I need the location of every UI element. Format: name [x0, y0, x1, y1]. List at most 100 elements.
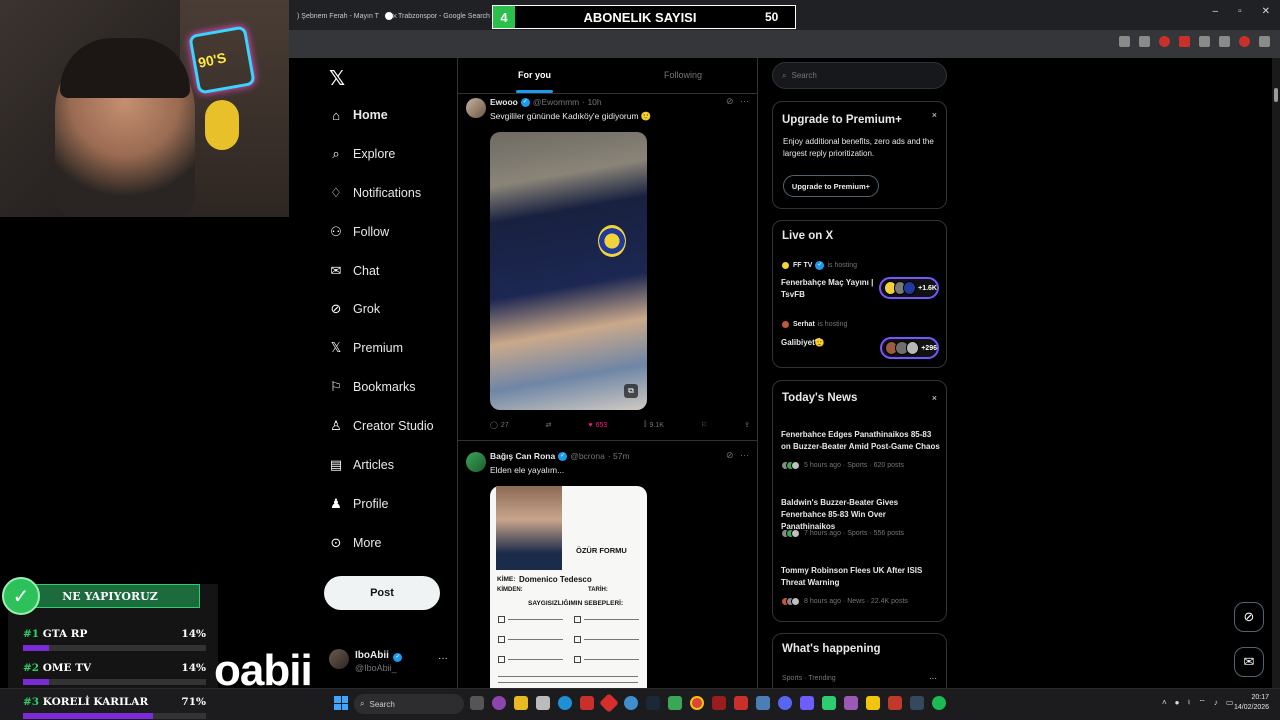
live-host[interactable]: FF TV ✓ is hosting — [781, 261, 857, 270]
like-button[interactable]: ♥ 653 — [588, 421, 607, 429]
tab-for-you[interactable]: For you — [516, 70, 553, 93]
news-headline[interactable]: Fenerbahce Edges Panathinaikos 85-83 on … — [781, 429, 941, 453]
network-icon[interactable]: ⌔ — [1198, 698, 1206, 708]
close-icon[interactable]: × — [932, 110, 937, 120]
battery-icon[interactable]: ▭ — [1226, 698, 1234, 708]
upgrade-premium-button[interactable]: Upgrade to Premium+ — [783, 175, 879, 197]
menu-icon[interactable] — [1219, 36, 1230, 47]
x-logo-icon[interactable]: 𝕏 — [329, 66, 345, 91]
star-icon[interactable] — [1139, 36, 1150, 47]
app-icon[interactable] — [668, 696, 682, 710]
alt-text-icon[interactable]: ⧉ — [624, 384, 638, 398]
nav-profile[interactable]: ♟ Profile — [329, 496, 388, 511]
account-switcher[interactable]: IboAbii ✓ @IboAbii_ — [329, 645, 403, 673]
steam-icon[interactable] — [646, 696, 660, 710]
nav-explore[interactable]: ⌕ Explore — [329, 146, 395, 161]
more-icon[interactable]: ··· — [740, 96, 749, 106]
nav-follow[interactable]: ⚇ Follow — [329, 224, 389, 239]
close-icon[interactable]: ✕ — [1262, 6, 1270, 17]
minimize-icon[interactable]: – — [1213, 6, 1219, 17]
nav-label: Grok — [353, 302, 381, 316]
live-stream-title[interactable]: Galibiyet🫡 — [781, 337, 876, 349]
chevron-up-icon[interactable]: ˄ — [1162, 698, 1167, 708]
nav-chat[interactable]: ✉ Chat — [329, 263, 380, 278]
taskbar-search[interactable]: ⌕ Search — [354, 694, 464, 714]
tweet-time[interactable]: · 10h — [582, 97, 601, 107]
tweet-author-name[interactable]: Bağış Can Rona — [490, 451, 555, 461]
app-icon[interactable] — [888, 696, 902, 710]
tweet-image[interactable] — [490, 132, 647, 410]
kebab-menu-icon[interactable] — [1259, 36, 1270, 47]
chrome-icon[interactable] — [690, 696, 704, 710]
views-button[interactable]: ⫿ 9.1K — [644, 421, 664, 429]
app-icon[interactable] — [800, 696, 814, 710]
spotify-icon[interactable] — [932, 696, 946, 710]
app-icon[interactable] — [844, 696, 858, 710]
scrollbar-thumb[interactable] — [1274, 88, 1278, 102]
extension-icon[interactable] — [1159, 36, 1170, 47]
app-icon[interactable] — [866, 696, 880, 710]
puzzle-icon[interactable] — [1199, 36, 1210, 47]
reply-button[interactable]: ◯ 27 — [490, 421, 509, 430]
repost-button[interactable]: ⇄ — [546, 421, 552, 429]
app-tray-icon[interactable]: ● — [1175, 698, 1180, 708]
app-icon[interactable] — [492, 696, 506, 710]
nav-premium[interactable]: 𝕏 Premium — [329, 340, 403, 355]
app-icon[interactable] — [712, 696, 726, 710]
nav-creator-studio[interactable]: ♙ Creator Studio — [329, 418, 433, 433]
app-icon[interactable] — [910, 696, 924, 710]
tweet-author-handle[interactable]: @Ewommm — [533, 97, 579, 107]
discord-icon[interactable] — [778, 696, 792, 710]
scrollbar[interactable] — [1272, 58, 1280, 688]
edge-icon[interactable] — [558, 696, 572, 710]
nav-grok[interactable]: ⊘ Grok — [329, 301, 381, 316]
app-icon[interactable] — [734, 696, 748, 710]
maximize-icon[interactable]: ▫ — [1238, 6, 1242, 17]
tab-following[interactable]: Following — [664, 70, 702, 80]
profile-icon[interactable] — [1239, 36, 1250, 47]
cast-icon[interactable] — [1119, 36, 1130, 47]
volume-icon[interactable]: ♪ — [1214, 698, 1218, 708]
live-host[interactable]: Serhat is hosting — [781, 320, 847, 329]
live-listeners[interactable]: +296 — [880, 337, 939, 359]
search-input[interactable]: ⌕ Search — [772, 62, 947, 89]
file-explorer-icon[interactable] — [514, 696, 528, 710]
host-suffix: is hosting — [817, 321, 848, 328]
app-icon[interactable] — [756, 696, 770, 710]
news-headline[interactable]: Baldwin's Buzzer-Beater Gives Fenerbahce… — [781, 497, 941, 533]
tweet-author-handle[interactable]: @bcrona — [570, 451, 605, 461]
nav-articles[interactable]: ▤ Articles — [329, 457, 394, 472]
close-icon[interactable]: × — [932, 393, 937, 403]
messages-icon[interactable]: ✉ — [1234, 647, 1264, 677]
live-listeners[interactable]: +1.6K — [879, 277, 939, 299]
news-headline[interactable]: Tommy Robinson Flees UK After ISIS Threa… — [781, 565, 941, 589]
extension-icon[interactable] — [1179, 36, 1190, 47]
post-button[interactable]: Post — [324, 576, 440, 610]
grok-icon[interactable]: ⊘ — [1234, 602, 1264, 632]
task-view-icon[interactable] — [470, 696, 484, 710]
more-icon[interactable]: ··· — [740, 450, 749, 460]
live-stream-title[interactable]: Fenerbahçe Maç Yayını | TsvFB — [781, 277, 876, 301]
app-icon[interactable] — [822, 696, 836, 710]
app-icon[interactable] — [624, 696, 638, 710]
tweet-avatar[interactable] — [466, 98, 486, 118]
app-icon[interactable] — [580, 696, 594, 710]
tweet-time[interactable]: · 57m — [608, 451, 630, 461]
tweet-avatar[interactable] — [466, 452, 486, 472]
more-icon[interactable]: ··· — [929, 673, 937, 685]
share-button[interactable]: ⇪ — [744, 421, 750, 429]
nav-notifications[interactable]: ♢ Notifications — [329, 185, 421, 200]
grok-icon[interactable]: ⊘ — [726, 450, 734, 461]
nav-more[interactable]: ⊙ More — [329, 535, 382, 550]
nav-home[interactable]: ⌂ Home — [329, 108, 388, 123]
taskbar-clock[interactable]: 20:17 14/02/2026 — [1234, 693, 1269, 713]
mic-icon[interactable]: ♮ — [1188, 698, 1191, 708]
grok-icon[interactable]: ⊘ — [726, 96, 734, 107]
windows-start-icon[interactable] — [334, 696, 348, 710]
nav-bookmarks[interactable]: ⚐ Bookmarks — [329, 379, 415, 394]
more-icon[interactable]: ··· — [438, 653, 448, 664]
tweet-author-name[interactable]: Ewooo — [490, 97, 518, 107]
bookmark-button[interactable]: ⚐ — [701, 421, 707, 429]
store-icon[interactable] — [536, 696, 550, 710]
news-meta-text: 8 hours ago · News · 22.4K posts — [804, 598, 908, 605]
